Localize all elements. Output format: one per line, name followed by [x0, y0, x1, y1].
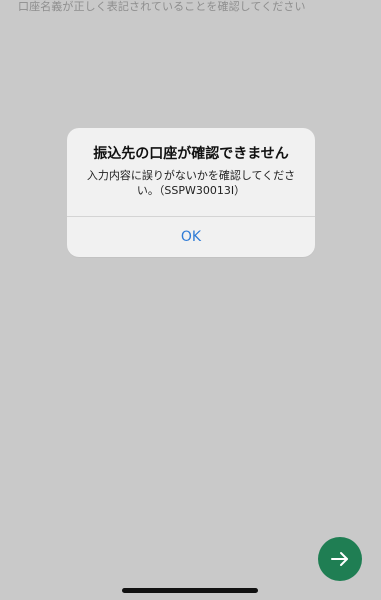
alert-title: 振込先の口座が確認できません — [93, 146, 289, 162]
screen-background: 口座名義が正しく表記されていることを確認してください 振込先の口座が確認できませ… — [0, 0, 381, 600]
arrow-right-icon — [331, 552, 348, 566]
ok-button[interactable]: OK — [67, 217, 315, 257]
home-indicator — [122, 588, 258, 593]
alert-dialog: 振込先の口座が確認できません 入力内容に誤りがないかを確認してください。（SSP… — [67, 128, 315, 257]
alert-message: 入力内容に誤りがないかを確認してください。（SSPW30013I） — [86, 169, 296, 197]
instruction-text: 口座名義が正しく表記されていることを確認してください — [18, 0, 306, 13]
next-button[interactable] — [318, 537, 362, 581]
